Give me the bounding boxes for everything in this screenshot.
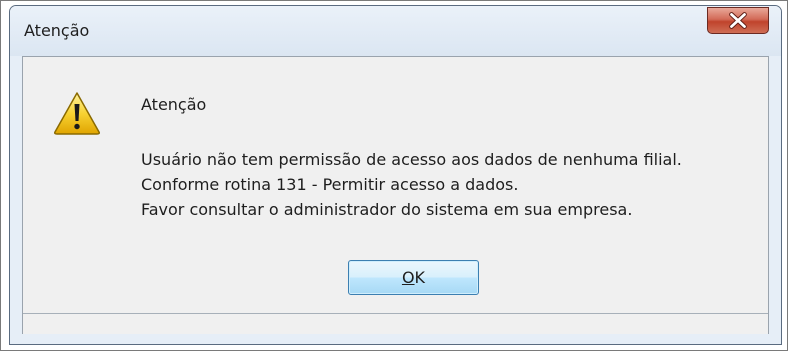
- message-line: Usuário não tem permissão de acesso aos …: [141, 150, 682, 169]
- attention-dialog: Atenção Atenção Usuário não tem permissã…: [9, 5, 782, 345]
- status-strip: [23, 313, 768, 334]
- message-line: Conforme rotina 131 - Permitir acesso a …: [141, 175, 519, 194]
- warning-icon: [54, 92, 100, 135]
- message-text: Usuário não tem permissão de acesso aos …: [141, 147, 682, 222]
- close-button[interactable]: [707, 7, 769, 34]
- title-bar[interactable]: Atenção: [10, 6, 781, 56]
- ok-button[interactable]: OK: [348, 260, 479, 295]
- window-title: Atenção: [24, 21, 90, 40]
- message-panel: Atenção Usuário não tem permissão de ace…: [22, 56, 769, 334]
- ok-label: K: [414, 268, 426, 287]
- close-icon: [729, 12, 747, 29]
- message-heading: Atenção: [141, 95, 207, 114]
- message-line: Favor consultar o administrador do siste…: [141, 200, 633, 219]
- screenshot-frame: Atenção Atenção Usuário não tem permissã…: [0, 0, 788, 351]
- ok-mnemonic: O: [401, 268, 415, 287]
